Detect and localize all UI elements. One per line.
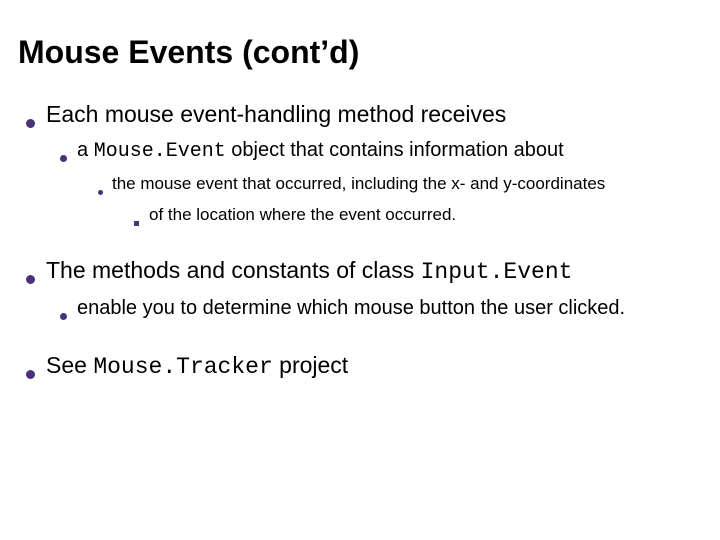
bullet-text: See Mouse.Tracker project xyxy=(46,350,348,383)
bullet-dot-icon xyxy=(98,190,103,195)
bullet-text: Each mouse event-handling method receive… xyxy=(46,99,506,130)
bullet-text: enable you to determine which mouse butt… xyxy=(77,294,625,322)
text-fragment: The methods and constants of class xyxy=(46,257,421,283)
bullet-text: a Mouse.Event object that contains infor… xyxy=(77,136,564,166)
bullet-text: The methods and constants of class Input… xyxy=(46,255,572,288)
bullet-level1: Each mouse event-handling method receive… xyxy=(26,99,702,130)
bullet-dot-icon xyxy=(26,275,35,284)
slide-title: Mouse Events (cont’d) xyxy=(18,34,702,71)
bullet-text: the mouse event that occurred, including… xyxy=(112,172,605,197)
bullet-square-icon xyxy=(134,221,139,226)
bullet-level4: of the location where the event occurred… xyxy=(134,203,702,228)
code-inline: Mouse.Tracker xyxy=(93,354,272,380)
text-fragment: a xyxy=(77,139,94,161)
bullet-level2: enable you to determine which mouse butt… xyxy=(60,294,702,322)
bullet-level1: The methods and constants of class Input… xyxy=(26,255,702,288)
text-fragment: object that contains information about xyxy=(226,139,564,161)
bullet-dot-icon xyxy=(26,119,35,128)
text-fragment: See xyxy=(46,352,93,378)
bullet-level1: See Mouse.Tracker project xyxy=(26,350,702,383)
bullet-level3: the mouse event that occurred, including… xyxy=(98,172,702,197)
text-fragment: project xyxy=(273,352,348,378)
code-inline: Input.Event xyxy=(421,259,573,285)
bullet-dot-icon xyxy=(26,370,35,379)
bullet-dot-icon xyxy=(60,313,67,320)
bullet-dot-icon xyxy=(60,155,67,162)
slide: Mouse Events (cont’d) Each mouse event-h… xyxy=(0,0,720,540)
bullet-text: of the location where the event occurred… xyxy=(149,203,456,228)
code-inline: Mouse.Event xyxy=(94,140,226,163)
bullet-level2: a Mouse.Event object that contains infor… xyxy=(60,136,702,166)
